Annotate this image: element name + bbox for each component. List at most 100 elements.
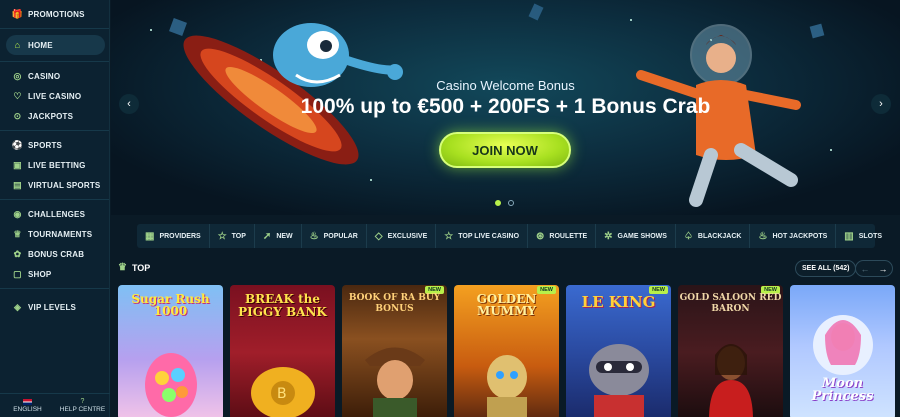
sidebar-footer: ENGLISH ? HELP CENTRE — [0, 393, 110, 417]
sidebar-item-jackpots[interactable]: ⊙ JACKPOTS — [0, 106, 109, 126]
game-title: BOOK OF RA BUY BONUS — [348, 293, 441, 314]
target-icon: ◉ — [13, 208, 22, 219]
home-icon: ⌂ — [14, 40, 21, 50]
game-list: Sugar Rush 1000 BREAK the PIGGY BANK B N… — [118, 285, 895, 417]
crab-icon: ✿ — [13, 248, 22, 259]
jackpot-icon: ⊙ — [13, 110, 22, 121]
category-popular[interactable]: ♨ POPULAR — [302, 224, 367, 248]
join-now-button[interactable]: JOIN NOW — [439, 132, 571, 168]
see-all-button[interactable]: SEE ALL (542) — [795, 260, 857, 277]
category-blackjack[interactable]: ♤ BLACKJACK — [676, 224, 751, 248]
carousel-dot[interactable] — [495, 200, 501, 206]
roulette-icon: ⊛ — [536, 230, 545, 242]
sidebar-item-promotions[interactable]: 🎁 PROMOTIONS — [0, 4, 109, 24]
flame-icon: ♨ — [309, 230, 319, 242]
language-label: ENGLISH — [13, 405, 42, 413]
game-tile[interactable]: NEW GOLD SALOON RED BARON — [678, 285, 783, 417]
sidebar-item-bonus-crab[interactable]: ✿ BONUS CRAB — [0, 244, 109, 264]
virtual-sports-icon: ▤ — [13, 179, 22, 190]
category-hot-jackpots[interactable]: ♨ HOT JACKPOTS — [750, 224, 837, 248]
explorer-art — [364, 347, 425, 417]
games-pager: ← → — [855, 260, 893, 277]
help-label: HELP CENTRE — [59, 406, 106, 413]
hero-next-button[interactable]: › — [871, 94, 891, 114]
slots-icon: ▥ — [844, 230, 854, 242]
uk-flag-icon — [23, 398, 32, 405]
star-icon: ☆ — [217, 230, 227, 242]
help-icon: ? — [80, 398, 85, 405]
hero-banner[interactable]: Casino Welcome Bonus 100% up to €500 + 2… — [111, 0, 900, 215]
hero-prev-button[interactable]: ‹ — [119, 94, 139, 114]
sidebar-item-vip-levels[interactable]: ◈ VIP LEVELS — [0, 297, 109, 317]
sidebar-group-casino: ◎ CASINO ♡ LIVE CASINO ⊙ JACKPOTS — [0, 62, 109, 131]
sidebar-item-label: JACKPOTS — [28, 111, 74, 121]
raccoon-art — [588, 344, 649, 417]
sidebar: 🎁 PROMOTIONS ⌂ HOME ◎ CASINO ♡ LIVE CASI… — [0, 0, 110, 417]
wheel-icon: ✲ — [604, 230, 613, 242]
category-label: GAME SHOWS — [617, 232, 667, 240]
category-label: EXCLUSIVE — [387, 232, 428, 240]
arrow-right-icon[interactable]: → — [879, 264, 888, 274]
game-tile[interactable]: BREAK the PIGGY BANK B — [230, 285, 335, 417]
sidebar-item-tournaments[interactable]: ♕ TOURNAMENTS — [0, 224, 109, 244]
sidebar-group-sports: ⚽ SPORTS ▣ LIVE BETTING ▤ VIRTUAL SPORTS — [0, 131, 109, 200]
sidebar-item-sports[interactable]: ⚽ SPORTS — [0, 135, 109, 155]
crown-icon: ♛ — [118, 262, 127, 273]
game-title: Sugar Rush 1000 — [131, 292, 210, 318]
trophy-icon: ♕ — [13, 228, 22, 239]
category-label: NEW — [276, 232, 293, 240]
live-betting-icon: ▣ — [13, 159, 22, 170]
vip-icon: ◈ — [13, 301, 22, 312]
live-icon: ♡ — [13, 90, 22, 101]
gift-icon: 🎁 — [11, 8, 24, 19]
arrow-left-icon[interactable]: ← — [861, 264, 870, 274]
carousel-dots — [495, 200, 514, 206]
category-new[interactable]: ➚ NEW — [255, 224, 302, 248]
category-slots[interactable]: ▥ SLOTS — [836, 224, 890, 248]
sidebar-item-label: TOURNAMENTS — [28, 229, 93, 239]
game-title: Moon Princess — [811, 376, 874, 404]
sidebar-item-challenges[interactable]: ◉ CHALLENGES — [0, 204, 109, 224]
svg-text:B: B — [277, 386, 287, 402]
game-tile[interactable]: NEW GOLDEN MUMMY — [454, 285, 559, 417]
star-icon: ☆ — [444, 230, 454, 242]
spade-icon: ♤ — [683, 230, 693, 242]
category-label: TOP LIVE CASINO — [458, 232, 520, 240]
sidebar-item-virtual-sports[interactable]: ▤ VIRTUAL SPORTS — [0, 175, 109, 195]
hero-offer: 100% up to €500 + 200FS + 1 Bonus Crab — [300, 95, 711, 118]
diamond-icon: ◇ — [374, 230, 383, 242]
sidebar-item-casino[interactable]: ◎ CASINO — [0, 66, 109, 86]
game-title: BREAK the PIGGY BANK — [238, 292, 327, 319]
category-label: ROULETTE — [549, 232, 588, 240]
sidebar-item-label: HOME — [28, 40, 53, 50]
section-title: TOP — [131, 262, 151, 273]
sidebar-group-extras: ◉ CHALLENGES ♕ TOURNAMENTS ✿ BONUS CRAB … — [0, 200, 109, 289]
sidebar-item-shop[interactable]: ▢ SHOP — [0, 264, 109, 284]
carousel-dot[interactable] — [508, 200, 514, 206]
mummy-art — [486, 355, 527, 417]
sidebar-item-live-casino[interactable]: ♡ LIVE CASINO — [0, 86, 109, 106]
piggy-bank-art: B — [250, 367, 315, 417]
sidebar-item-label: LIVE CASINO — [28, 91, 82, 101]
category-roulette[interactable]: ⊛ ROULETTE — [528, 224, 597, 248]
sidebar-item-label: LIVE BETTING — [28, 160, 86, 170]
category-exclusive[interactable]: ◇ EXCLUSIVE — [367, 224, 437, 248]
shop-icon: ▢ — [13, 268, 22, 279]
game-tile[interactable]: NEW LE KING — [566, 285, 671, 417]
chevron-left-icon: ‹ — [127, 98, 131, 110]
game-tile[interactable]: Moon Princess — [790, 285, 895, 417]
game-tile[interactable]: Sugar Rush 1000 — [118, 285, 223, 417]
category-top[interactable]: ☆ TOP — [210, 224, 255, 248]
language-selector[interactable]: ENGLISH — [0, 394, 55, 417]
sidebar-item-home[interactable]: ⌂ HOME — [6, 35, 105, 55]
sidebar-item-live-betting[interactable]: ▣ LIVE BETTING — [0, 155, 109, 175]
help-centre-link[interactable]: ? HELP CENTRE — [55, 394, 110, 417]
casino-chip-icon: ◎ — [13, 70, 22, 81]
category-game-shows[interactable]: ✲ GAME SHOWS — [596, 224, 676, 248]
category-label: HOT JACKPOTS — [772, 232, 828, 240]
sidebar-group-promotions: 🎁 PROMOTIONS — [0, 0, 109, 29]
category-providers[interactable]: ▦ PROVIDERS — [137, 224, 210, 248]
category-top-live-casino[interactable]: ☆ TOP LIVE CASINO — [436, 224, 529, 248]
game-tile[interactable]: NEW BOOK OF RA BUY BONUS — [342, 285, 447, 417]
game-title: GOLDEN MUMMY — [476, 292, 537, 318]
